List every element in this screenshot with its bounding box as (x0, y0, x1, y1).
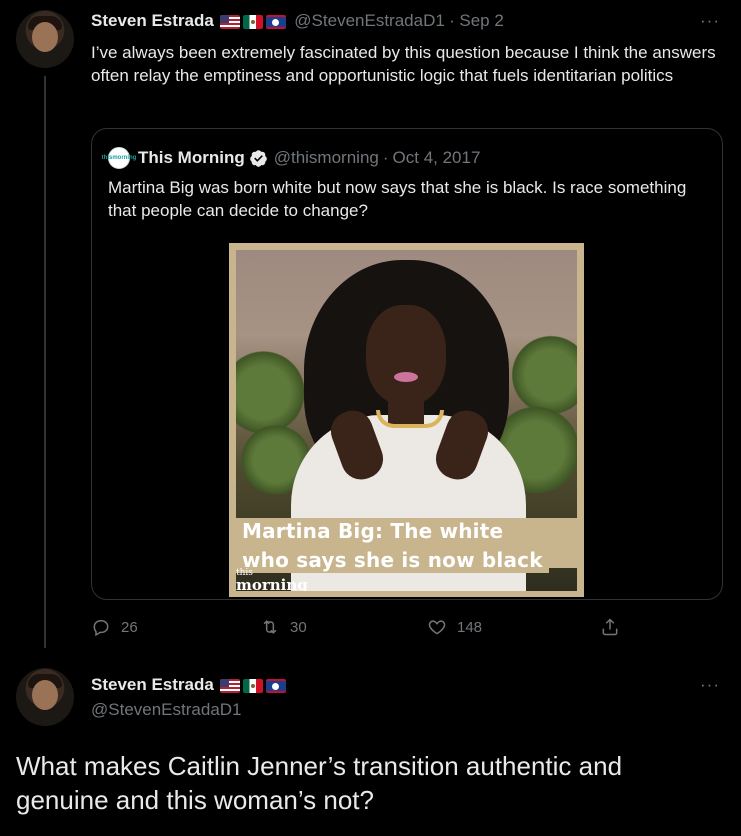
thread-connector-line (44, 76, 46, 648)
reply-author-handle[interactable]: @StevenEstradaD1 (91, 700, 242, 720)
retweet-button[interactable]: 30 (260, 617, 307, 637)
retweet-icon (263, 620, 277, 634)
belize-flag-icon (265, 678, 286, 693)
belize-flag-icon (265, 14, 286, 29)
reply-button[interactable]: 26 (91, 617, 138, 637)
flag-icons (219, 14, 286, 29)
tweet-date[interactable]: Sep 2 (459, 11, 503, 30)
author-name[interactable]: Steven Estrada (91, 11, 214, 30)
quoted-tweet-date: Oct 4, 2017 (392, 148, 481, 167)
us-flag-icon (219, 14, 240, 29)
more-options-icon[interactable]: ··· (700, 11, 720, 31)
reply-author-name[interactable]: Steven Estrada (91, 675, 214, 694)
mexico-flag-icon (242, 14, 263, 29)
reply-header: Steven Estrada (91, 675, 290, 695)
reply-text: What makes Caitlin Jenner’s transition a… (16, 751, 623, 815)
author-handle[interactable]: @StevenEstradaD1 (294, 11, 445, 30)
quoted-avatar: thismorning (102, 147, 136, 169)
verified-badge-icon (249, 149, 267, 167)
reply-flag-icons (219, 678, 286, 693)
share-button[interactable] (600, 617, 620, 637)
tweet-header: Steven Estrada @StevenEstradaD1 · Sep 2 (91, 11, 504, 31)
quoted-author-name: This Morning (138, 148, 245, 167)
reply-more-options-icon[interactable]: ··· (700, 675, 720, 695)
quoted-media-video[interactable]: Martina Big: The white woman who says sh… (229, 243, 584, 597)
video-frame: Martina Big: The white woman who says sh… (236, 250, 577, 591)
like-count: 148 (457, 618, 483, 636)
quoted-tweet-text: Martina Big was born white but now says … (108, 178, 687, 220)
separator-dot: · (449, 11, 455, 30)
reply-count: 26 (121, 618, 138, 636)
quoted-author-handle: @thismorning (273, 148, 379, 167)
avatar[interactable] (16, 10, 74, 68)
this-morning-logo: this morning (236, 568, 308, 591)
tweet-text: I’ve always been extremely fascinated by… (91, 43, 716, 85)
quoted-separator-dot: · (382, 148, 389, 167)
heart-icon (428, 620, 446, 635)
us-flag-icon (219, 678, 240, 693)
like-button[interactable]: 148 (427, 617, 482, 637)
quoted-tweet-header: thismorning This Morning @thismorning · … (102, 147, 481, 169)
share-icon (602, 618, 618, 636)
quoted-tweet-card[interactable]: thismorning This Morning @thismorning · … (91, 128, 723, 600)
reply-avatar[interactable] (16, 668, 74, 726)
retweet-count: 30 (290, 618, 307, 636)
reply-icon (93, 620, 109, 637)
mexico-flag-icon (242, 678, 263, 693)
